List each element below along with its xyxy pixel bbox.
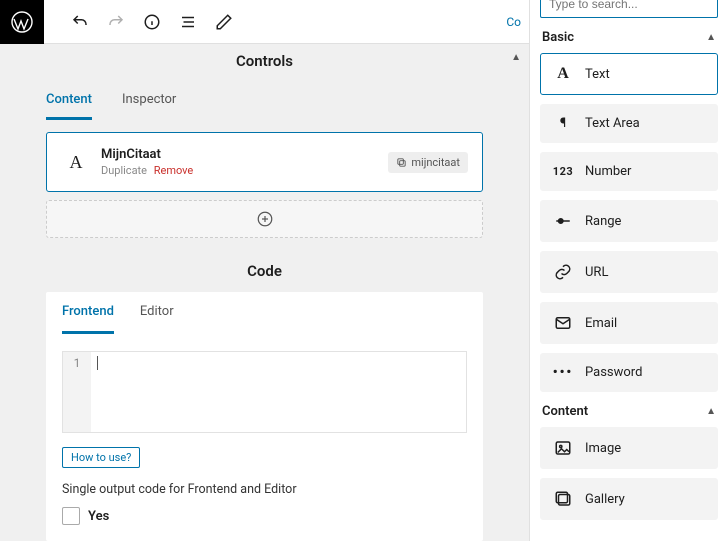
sidebar-item-textarea[interactable]: ¶ Text Area [540,104,718,143]
control-card[interactable]: A MijnCitaat Duplicate Remove mijncitaat [46,132,483,192]
tab-inspector[interactable]: Inspector [122,82,176,120]
section-content-header[interactable]: Content ▲ [530,392,728,427]
add-control-button[interactable] [46,200,483,238]
remove-link[interactable]: Remove [154,164,194,177]
section-basic-header[interactable]: Basic ▲ [530,18,728,53]
code-tabs: Frontend Editor [46,292,483,335]
plus-circle-icon [256,210,274,228]
sidebar-item-label: Number [585,164,631,179]
sidebar-item-label: Image [585,441,621,456]
link-icon [553,263,573,281]
sidebar-item-image[interactable]: Image [540,427,718,469]
sidebar-item-text[interactable]: A Text [540,53,718,95]
gallery-icon [553,490,573,508]
code-title: Code [6,254,523,292]
controls-title-text: Controls [236,52,293,70]
sidebar-item-password[interactable]: ••• Password [540,353,718,392]
content-list: Image Gallery [530,427,728,520]
chevron-up-icon: ▲ [706,32,716,43]
text-icon: A [61,152,91,173]
sidebar-item-email[interactable]: Email [540,302,718,344]
image-icon [553,439,573,457]
code-gutter: 1 [63,352,91,432]
sidebar-item-label: Email [585,316,617,331]
code-editor[interactable]: 1 [62,351,467,433]
tab-frontend[interactable]: Frontend [62,292,114,334]
number-icon: 123 [553,165,573,178]
duplicate-link[interactable]: Duplicate [101,164,147,177]
sidebar-item-label: URL [585,265,608,280]
range-icon [553,212,573,230]
how-to-use-button[interactable]: How to use? [62,447,140,468]
topbar-right-text: Co [506,15,529,29]
text-icon: A [553,65,573,83]
chevron-up-icon[interactable]: ▲ [511,52,521,63]
wordpress-logo[interactable] [0,0,44,44]
copy-icon [396,157,407,168]
sidebar-item-number[interactable]: 123 Number [540,152,718,191]
sidebar-item-range[interactable]: Range [540,200,718,242]
controls-tabs: Content Inspector [6,82,523,120]
single-output-checkbox[interactable] [62,507,80,525]
chevron-up-icon: ▲ [706,406,716,417]
control-card-title: MijnCitaat [101,147,388,162]
search-input[interactable] [540,0,718,18]
controls-title: Controls ▲ [6,44,523,82]
cursor-icon [97,356,98,370]
paragraph-icon: ¶ [553,116,573,131]
section-basic-label: Basic [542,30,574,45]
email-icon [553,314,573,332]
undo-button[interactable] [62,0,98,44]
code-description: Single output code for Frontend and Edit… [62,482,483,497]
topbar: Co [0,0,529,44]
sidebar-item-gallery[interactable]: Gallery [540,478,718,520]
redo-button[interactable] [98,0,134,44]
edit-button[interactable] [206,0,242,44]
tab-editor[interactable]: Editor [140,292,174,334]
control-card-badge-label: mijncitaat [411,156,460,169]
control-card-links: Duplicate Remove [101,164,388,177]
sidebar-item-url[interactable]: URL [540,251,718,293]
code-area[interactable] [91,352,466,432]
sidebar-item-label: Password [585,365,642,380]
single-output-row: Yes [62,507,483,525]
sidebar-item-label: Text [585,67,610,82]
section-content-label: Content [542,404,588,419]
editor-area: Controls ▲ Content Inspector A MijnCitaa… [0,0,529,541]
sidebar: Basic ▲ A Text ¶ Text Area 123 Number Ra… [529,0,728,541]
single-output-label: Yes [88,509,109,524]
info-button[interactable] [134,0,170,44]
tab-content[interactable]: Content [46,82,92,120]
sidebar-item-label: Range [585,214,621,229]
basic-list: A Text ¶ Text Area 123 Number Range [530,53,728,392]
code-panel: Frontend Editor 1 How to use? Single out… [46,292,483,541]
sidebar-item-label: Gallery [585,492,625,507]
password-icon: ••• [553,365,573,380]
outline-button[interactable] [170,0,206,44]
sidebar-item-label: Text Area [585,116,640,131]
control-card-badge[interactable]: mijncitaat [388,152,468,173]
